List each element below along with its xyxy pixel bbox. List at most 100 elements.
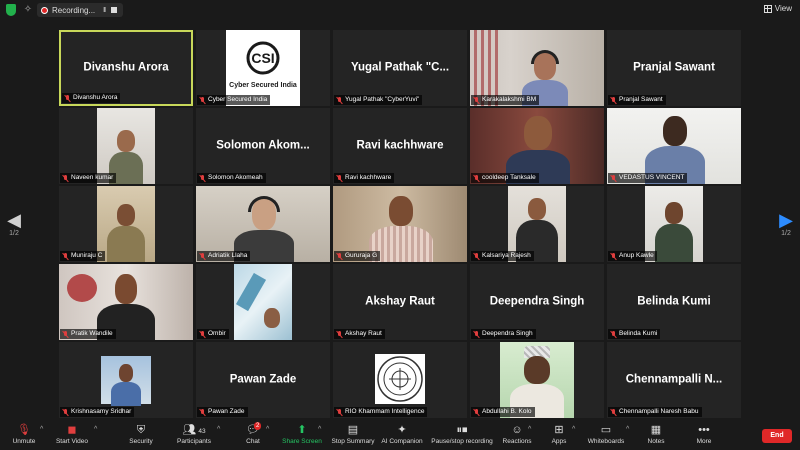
security-button[interactable]: ⛨ Security xyxy=(125,424,157,445)
participant-tile[interactable]: Anup Kawle xyxy=(607,186,741,262)
participants-icon: 👥︎ 43 xyxy=(182,424,206,436)
participant-tile[interactable]: Belinda Kumi Belinda Kumi xyxy=(607,264,741,340)
participant-name-label: Yugal Pathak "CyberYuvi" xyxy=(334,95,423,105)
participant-name-label: Akshay Raut xyxy=(334,329,385,339)
stop-summary-button[interactable]: ▤ Stop Summary xyxy=(330,424,376,445)
video-options-caret-icon[interactable]: ^ xyxy=(94,426,97,433)
stop-recording-icon[interactable] xyxy=(111,7,118,13)
previous-page-button[interactable]: ◀ 1/2 xyxy=(4,210,24,237)
audio-options-caret-icon[interactable]: ^ xyxy=(40,426,43,433)
person-body xyxy=(111,382,141,406)
ai-companion-label: AI Companion xyxy=(381,438,423,445)
participant-tile[interactable]: Naveen kumar xyxy=(59,108,193,184)
participant-tile[interactable]: Pawan Zade Pawan Zade xyxy=(196,342,330,418)
participant-name-label: Pratik Wandile xyxy=(60,329,116,339)
participant-name: Chennampalli Naresh Babu xyxy=(619,408,699,415)
whiteboard-icon: ▭ xyxy=(600,424,612,436)
muted-mic-icon xyxy=(336,174,342,182)
next-page-button[interactable]: ▶ 1/2 xyxy=(776,210,796,237)
muted-mic-icon xyxy=(199,408,205,416)
participant-tile[interactable]: Divanshu Arora Divanshu Arora xyxy=(59,30,193,106)
participant-tile[interactable]: Karakalakshmi BM xyxy=(470,30,604,106)
more-dots-icon: ••• xyxy=(698,424,710,436)
participant-name-label: RIO Khammam Intelligence xyxy=(334,407,428,417)
participant-name: VEDASTUS VINCENT xyxy=(619,174,685,181)
muted-mic-icon xyxy=(62,252,68,260)
chat-button[interactable]: 💬︎ 2 Chat xyxy=(240,422,266,445)
participant-name-label: VEDASTUS VINCENT xyxy=(608,173,688,183)
participant-tile[interactable]: Solomon Akom... Solomon Akomeah xyxy=(196,108,330,184)
participant-tile[interactable]: Abdullahi B. Kolo xyxy=(470,342,604,418)
participant-display-name: Divanshu Arora xyxy=(83,61,169,74)
chat-badge: 2 xyxy=(254,422,262,430)
pause-stop-recording-button[interactable]: ⏸⏹ Pause/stop recording xyxy=(430,424,494,445)
muted-mic-icon xyxy=(473,252,479,260)
participant-tile[interactable]: Deependra Singh Deependra Singh xyxy=(470,264,604,340)
share-screen-button[interactable]: ⬆ Share Screen xyxy=(282,424,322,445)
participant-tile[interactable]: Chennampalli N... Chennampalli Naresh Ba… xyxy=(607,342,741,418)
participant-tile[interactable]: Ravi kachhware Ravi kachhware xyxy=(333,108,467,184)
muted-mic-icon xyxy=(610,252,616,260)
pause-recording-label: Pause/stop recording xyxy=(431,438,493,445)
ai-sparkle-icon: ✦ xyxy=(397,424,407,436)
participant-tile[interactable]: RIO Khammam Intelligence xyxy=(333,342,467,418)
participant-tile[interactable]: Pranjal Sawant Pranjal Sawant xyxy=(607,30,741,106)
whiteboards-label: Whiteboards xyxy=(587,438,625,445)
participant-tile[interactable]: Muniraju C xyxy=(59,186,193,262)
participant-tile[interactable]: Pratik Wandile xyxy=(59,264,193,340)
unmute-button[interactable]: 🎙︎ Unmute xyxy=(8,424,40,445)
participant-tile[interactable]: Ombir xyxy=(196,264,330,340)
person-head xyxy=(264,308,280,328)
notes-button[interactable]: ▦ Notes xyxy=(644,424,668,445)
participant-name: Yugal Pathak "CyberYuvi" xyxy=(345,96,420,103)
participant-name-label: Pranjal Sawant xyxy=(608,95,666,105)
participants-button[interactable]: 👥︎ 43 Participants xyxy=(172,424,216,445)
participant-video xyxy=(234,264,292,340)
background-shape xyxy=(235,272,267,312)
share-screen-label: Share Screen xyxy=(282,438,322,445)
participant-tile[interactable]: Akshay Raut Akshay Raut xyxy=(333,264,467,340)
participant-name: Ravi kachhware xyxy=(345,174,392,181)
apps-button[interactable]: ⊞ Apps xyxy=(546,424,572,445)
participant-tile[interactable]: VEDASTUS VINCENT xyxy=(607,108,741,184)
participant-tile[interactable]: Gururaja G xyxy=(333,186,467,262)
muted-mic-icon xyxy=(473,96,479,104)
end-meeting-button[interactable]: End xyxy=(762,429,792,443)
sparkle-icon[interactable]: ✧ xyxy=(22,4,34,16)
chat-caret-icon[interactable]: ^ xyxy=(266,426,269,433)
person-head xyxy=(663,116,687,146)
participants-caret-icon[interactable]: ^ xyxy=(217,426,220,433)
ai-companion-button[interactable]: ✦ AI Companion xyxy=(380,424,424,445)
participant-display-name: Belinda Kumi xyxy=(637,295,711,308)
participant-tile[interactable]: Adriatik Llaha xyxy=(196,186,330,262)
participant-tile[interactable]: Krishnasamy Sridhar xyxy=(59,342,193,418)
chat-bubble-icon: 💬︎ 2 xyxy=(246,422,262,436)
whiteboards-button[interactable]: ▭ Whiteboards xyxy=(586,424,626,445)
headset-icon xyxy=(248,196,280,212)
notes-icon: ▦ xyxy=(650,424,662,436)
more-button[interactable]: ••• More xyxy=(692,424,716,445)
participant-tile[interactable]: Yugal Pathak "C... Yugal Pathak "CyberYu… xyxy=(333,30,467,106)
muted-microphone-icon: 🎙︎ xyxy=(17,424,31,436)
person-head xyxy=(524,356,550,384)
muted-mic-icon xyxy=(336,252,342,260)
person-head xyxy=(528,198,546,220)
participant-tile[interactable]: Kalsariya Rajesh xyxy=(470,186,604,262)
start-video-button[interactable]: ◼︎ Start Video xyxy=(52,424,92,445)
reactions-caret-icon[interactable]: ^ xyxy=(528,426,531,433)
muted-mic-icon xyxy=(199,252,205,260)
pause-stop-icon: ⏸⏹ xyxy=(456,424,468,436)
participant-name: Solomon Akomeah xyxy=(208,174,263,181)
share-caret-icon[interactable]: ^ xyxy=(318,426,321,433)
participant-tile[interactable]: cooldeep Tanksale xyxy=(470,108,604,184)
pause-recording-icon[interactable]: II xyxy=(103,7,106,14)
participant-display-name: Yugal Pathak "C... xyxy=(350,61,450,74)
view-button[interactable]: View xyxy=(763,4,792,13)
apps-caret-icon[interactable]: ^ xyxy=(572,426,575,433)
muted-mic-icon xyxy=(610,330,616,338)
participant-tile[interactable]: CSI Cyber Secured India Cyber Secured In… xyxy=(196,30,330,106)
seal-emblem-icon xyxy=(377,356,423,402)
security-shield-icon[interactable] xyxy=(6,4,16,16)
participant-name: Divanshu Arora xyxy=(73,94,118,101)
whiteboards-caret-icon[interactable]: ^ xyxy=(626,426,629,433)
